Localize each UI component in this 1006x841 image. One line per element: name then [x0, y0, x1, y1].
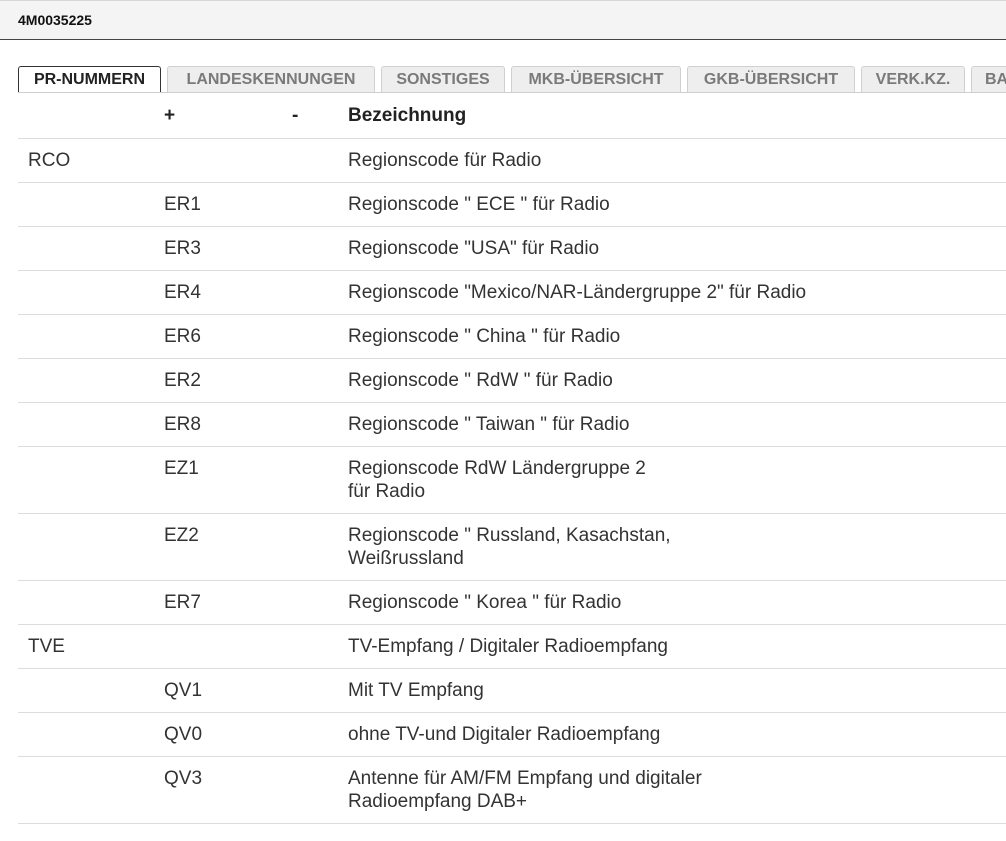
row-plus: ER2	[164, 370, 201, 391]
table-row: ER2 Regionscode " RdW " für Radio	[18, 359, 1006, 403]
row-description-line: TV-Empfang / Digitaler Radioempfang	[348, 636, 668, 657]
table-row: EZ2 Regionscode " Russland, Kasachstan, W…	[18, 514, 1006, 581]
row-plus: ER8	[164, 414, 201, 435]
row-description: ohne TV-und Digitaler Radioempfang	[348, 723, 998, 746]
row-code: RCO	[28, 150, 71, 171]
row-code: TVE	[28, 636, 65, 657]
table-row: RCO Regionscode für Radio	[18, 139, 1006, 183]
row-description: Regionscode für Radio	[348, 149, 998, 172]
row-description-line: Weißrussland	[348, 548, 464, 569]
header-plus: +	[164, 105, 176, 126]
row-description: Antenne für AM/FM Empfang und digitaler R…	[348, 767, 998, 813]
table-row: EZ1 Regionscode RdW Ländergruppe 2 für Ra…	[18, 447, 1006, 514]
row-description-line: Regionscode "USA" für Radio	[348, 238, 600, 259]
row-description-line: für Radio	[348, 481, 426, 502]
row-description-line: Regionscode " Korea " für Radio	[348, 592, 622, 613]
tab-ba[interactable]: BA	[971, 66, 1006, 93]
table-header-row: + - Bezeichnung	[18, 93, 1006, 139]
row-description-line: Regionscode "Mexico/NAR-Ländergruppe 2" …	[348, 282, 807, 303]
row-description: Regionscode " RdW " für Radio	[348, 369, 998, 392]
table-row: TVE TV-Empfang / Digitaler Radioempfang	[18, 625, 1006, 669]
title-bar: 4M0035225	[0, 0, 1006, 40]
table-row: ER3 Regionscode "USA" für Radio	[18, 227, 1006, 271]
row-description: TV-Empfang / Digitaler Radioempfang	[348, 635, 998, 658]
row-plus: QV0	[164, 724, 203, 745]
row-plus: EZ1	[164, 458, 199, 479]
table-row: ER1 Regionscode " ECE " für Radio	[18, 183, 1006, 227]
window-title: 4M0035225	[18, 12, 92, 28]
row-description: Mit TV Empfang	[348, 679, 998, 702]
row-description: Regionscode " Korea " für Radio	[348, 591, 998, 614]
row-description: Regionscode RdW Ländergruppe 2 für Radio	[348, 457, 998, 503]
row-description-line: ohne TV-und Digitaler Radioempfang	[348, 724, 661, 745]
row-plus: ER6	[164, 326, 201, 347]
table-row: ER6 Regionscode " China " für Radio	[18, 315, 1006, 359]
row-description-line: Regionscode RdW Ländergruppe 2	[348, 458, 646, 479]
row-description: Regionscode " Taiwan " für Radio	[348, 413, 998, 436]
row-description-line: Regionscode " RdW " für Radio	[348, 370, 613, 391]
header-minus: -	[292, 105, 299, 126]
pr-table: + - Bezeichnung RCO Regionscode für Radi…	[18, 93, 1006, 824]
row-description-line: Regionscode für Radio	[348, 150, 542, 171]
row-plus: ER7	[164, 592, 201, 613]
table-row: ER4 Regionscode "Mexico/NAR-Ländergruppe…	[18, 271, 1006, 315]
table-row: QV3 Antenne für AM/FM Empfang und digita…	[18, 757, 1006, 824]
table-row: ER7 Regionscode " Korea " für Radio	[18, 581, 1006, 625]
tab-landeskennungen[interactable]: LANDESKENNUNGEN	[167, 66, 375, 93]
row-description: Regionscode " ECE " für Radio	[348, 193, 998, 216]
row-description-line: Mit TV Empfang	[348, 680, 484, 701]
row-description-line: Radioempfang DAB+	[348, 791, 528, 812]
row-description-line: Regionscode " China " für Radio	[348, 326, 621, 347]
row-description-line: Antenne für AM/FM Empfang und digitaler	[348, 768, 702, 789]
table-row: QV1 Mit TV Empfang	[18, 669, 1006, 713]
tab-sonstiges[interactable]: SONSTIGES	[381, 66, 505, 93]
tab-mkb-uebersicht[interactable]: MKB-ÜBERSICHT	[511, 66, 681, 93]
table-row: QV0 ohne TV-und Digitaler Radioempfang	[18, 713, 1006, 757]
row-description-line: Regionscode " Taiwan " für Radio	[348, 414, 630, 435]
row-description: Regionscode "Mexico/NAR-Ländergruppe 2" …	[348, 281, 998, 304]
row-description-line: Regionscode " ECE " für Radio	[348, 194, 610, 215]
row-description: Regionscode " Russland, Kasachstan, Weißr…	[348, 524, 998, 570]
tab-gkb-uebersicht[interactable]: GKB-ÜBERSICHT	[687, 66, 855, 93]
row-plus: QV1	[164, 680, 203, 701]
tab-verk-kz[interactable]: VERK.KZ.	[861, 66, 965, 93]
tab-pr-nummern[interactable]: PR-NUMMERN	[18, 66, 161, 93]
tab-bar: PR-NUMMERN LANDESKENNUNGEN SONSTIGES MKB…	[18, 66, 1006, 93]
row-plus: ER3	[164, 238, 201, 259]
row-description-line: Regionscode " Russland, Kasachstan,	[348, 525, 671, 546]
row-plus: QV3	[164, 768, 203, 789]
header-description: Bezeichnung	[348, 105, 467, 126]
row-plus: ER1	[164, 194, 201, 215]
row-description: Regionscode "USA" für Radio	[348, 237, 998, 260]
row-description: Regionscode " China " für Radio	[348, 325, 998, 348]
row-plus: EZ2	[164, 525, 199, 546]
table-row: ER8 Regionscode " Taiwan " für Radio	[18, 403, 1006, 447]
row-plus: ER4	[164, 282, 201, 303]
